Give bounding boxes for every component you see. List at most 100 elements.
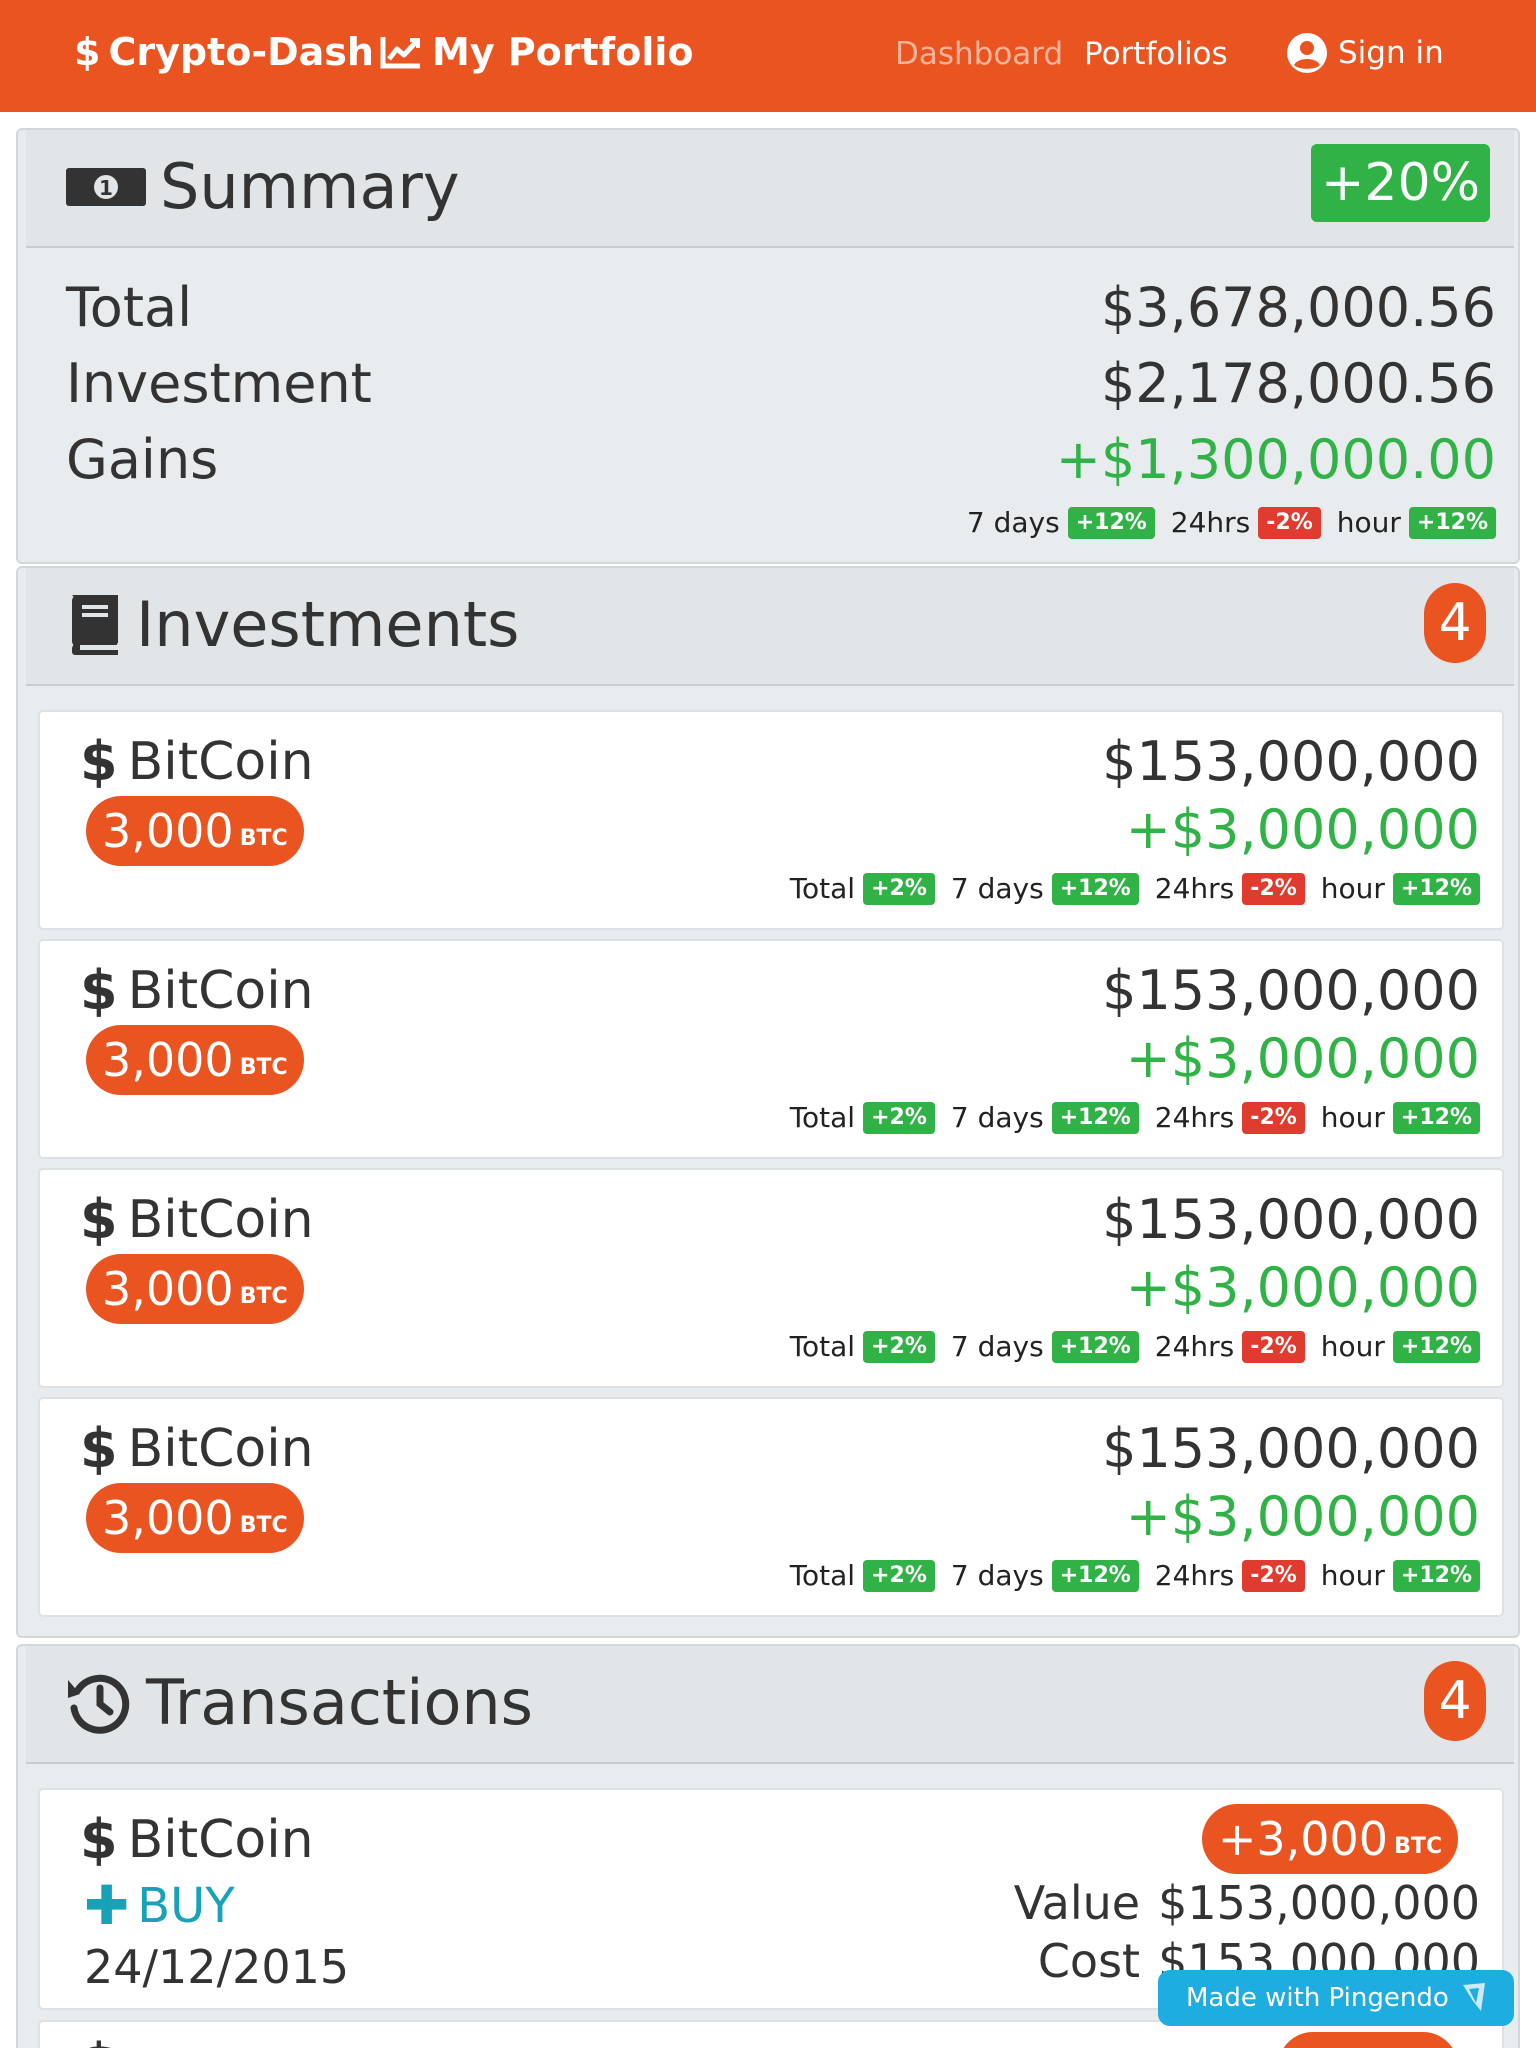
total-label: Total (66, 276, 193, 339)
pingendo-logo-icon (1462, 1983, 1485, 2011)
coin-unit: BTC (239, 1512, 288, 1538)
transactions-header: Transactions 4 (26, 1646, 1514, 1764)
change-7d-badge: +12% (1051, 1559, 1139, 1592)
change-hour-badge: +12% (1392, 1101, 1480, 1134)
coin-amount: 3,000 (102, 804, 234, 858)
history-icon (68, 1674, 130, 1734)
sign-in-label: Sign in (1338, 35, 1444, 71)
coin-name-text: BitCoin (127, 1189, 314, 1250)
transaction-amount-pill (1278, 2032, 1458, 2048)
coin-name: $ BitCoin (80, 1808, 314, 1871)
dollar-icon: $ (80, 1808, 118, 1871)
investment-item[interactable]: $ BitCoin 3,000 BTC $153,000,000 +$3,000… (38, 939, 1504, 1159)
change-hour-label: hour (1320, 1559, 1385, 1592)
coin-name-text: BitCoin (127, 1809, 314, 1870)
change-24h-label: 24hrs (1154, 872, 1235, 905)
total-change-label: Total (789, 1330, 856, 1363)
coin-name-text: BitCoin (127, 960, 314, 1021)
coin-unit: BTC (239, 825, 288, 851)
brand-link[interactable]: $ Crypto-Dash (74, 30, 374, 74)
investment-item[interactable]: $ BitCoin 3,000 BTC $153,000,000 +$3,000… (38, 1397, 1504, 1617)
sign-in-link[interactable]: Sign in (1286, 32, 1444, 74)
coin-amount-pill: 3,000 BTC (86, 796, 304, 866)
total-change-badge: +2% (863, 872, 935, 905)
coin-gain: +$3,000,000 (1125, 1485, 1480, 1548)
coin-unit: BTC (239, 1054, 288, 1080)
my-portfolio-label: My Portfolio (432, 30, 694, 74)
change-24h-badge: -2% (1242, 1101, 1305, 1134)
transaction-date: 24/12/2015 (84, 1940, 350, 1994)
coin-amount-pill: 3,000 BTC (86, 1254, 304, 1324)
total-change-label: Total (789, 1559, 856, 1592)
dollar-icon: $ (80, 1417, 118, 1480)
coin-gain: +$3,000,000 (1125, 798, 1480, 861)
coin-amount-pill: 3,000 BTC (86, 1483, 304, 1553)
brand-label: Crypto-Dash (108, 30, 374, 74)
change-24h-label: 24hrs (1154, 1101, 1235, 1134)
dollar-icon: $ (80, 2032, 118, 2048)
made-with-pingendo-badge[interactable]: Made with Pingendo (1158, 1970, 1514, 2026)
coin-name-text: BitCoin (127, 1418, 314, 1479)
nav-dashboard-link[interactable]: Dashboard (895, 36, 1063, 72)
plus-icon: ✚ (84, 1874, 130, 1937)
summary-changes: 7 days +12% 24hrs -2% hour +12% (967, 506, 1496, 539)
total-change-badge: +2% (863, 1330, 935, 1363)
investment-item[interactable]: $ BitCoin 3,000 BTC $153,000,000 +$3,000… (38, 710, 1504, 930)
change-hour-badge: +12% (1392, 1559, 1480, 1592)
change-7d-badge: +12% (1051, 1101, 1139, 1134)
change-hour-label: hour (1336, 506, 1401, 539)
svg-text:1: 1 (99, 176, 113, 200)
total-change-label: Total (789, 1101, 856, 1134)
summary-title: 1 Summary (66, 150, 460, 223)
change-7d-badge: +12% (1051, 1330, 1139, 1363)
coin-value: $153,000,000 (1102, 1188, 1480, 1251)
total-change-label: Total (789, 872, 856, 905)
coin-value: $153,000,000 (1102, 1417, 1480, 1480)
book-icon (72, 594, 118, 655)
transaction-value-line: Value $153,000,000 (1014, 1876, 1480, 1930)
change-hour-badge: +12% (1392, 1330, 1480, 1363)
transactions-title-text: Transactions (146, 1666, 533, 1739)
transaction-value-label: Value (1013, 1876, 1141, 1930)
total-value: $3,678,000.56 (1100, 276, 1496, 339)
investments-card: Investments 4 $ BitCoin 3,000 BTC $153,0… (16, 566, 1520, 1638)
coin-name-text: BitCoin (127, 731, 314, 792)
change-7d-label: 7 days (950, 872, 1044, 905)
total-change-badge: +2% (863, 1101, 935, 1134)
dollar-icon: $ (80, 730, 118, 793)
change-7d-label: 7 days (966, 506, 1060, 539)
change-24h-label: 24hrs (1170, 506, 1251, 539)
change-24h-label: 24hrs (1154, 1559, 1235, 1592)
chart-line-icon (380, 37, 420, 69)
change-7d-badge: +12% (1067, 506, 1155, 539)
coin-name: $ (80, 2032, 128, 2048)
change-24h-label: 24hrs (1154, 1330, 1235, 1363)
summary-change-badge: +20% (1310, 144, 1490, 222)
coin-amount: 3,000 (102, 1491, 234, 1545)
navbar: $ Crypto-Dash My Portfolio Dashboard Por… (0, 0, 1536, 112)
coin-changes: Total +2% 7 days +12% 24hrs -2% hour +12… (790, 1101, 1480, 1134)
total-change-badge: +2% (863, 1559, 935, 1592)
change-hour-badge: +12% (1392, 872, 1480, 905)
transactions-title: Transactions (66, 1666, 533, 1739)
money-bill-icon: 1 (66, 167, 146, 206)
coin-amount-pill: 3,000 BTC (86, 1025, 304, 1095)
transaction-type: ✚ BUY (84, 1874, 235, 1937)
change-7d-badge: +12% (1051, 872, 1139, 905)
coin-gain: +$3,000,000 (1125, 1256, 1480, 1319)
coin-value: $153,000,000 (1102, 730, 1480, 793)
transactions-count-badge: 4 (1424, 1661, 1486, 1741)
nav-portfolios-link[interactable]: Portfolios (1084, 36, 1228, 72)
change-hour-badge: +12% (1408, 506, 1496, 539)
summary-header: 1 Summary +20% (26, 130, 1514, 248)
transaction-value: $153,000,000 (1158, 1876, 1480, 1930)
change-24h-badge: -2% (1242, 1559, 1305, 1592)
summary-card: 1 Summary +20% Total $3,678,000.56 Inves… (16, 128, 1520, 564)
coin-changes: Total +2% 7 days +12% 24hrs -2% hour +12… (790, 1330, 1480, 1363)
investment-item[interactable]: $ BitCoin 3,000 BTC $153,000,000 +$3,000… (38, 1168, 1504, 1388)
my-portfolio-link[interactable]: My Portfolio (380, 30, 693, 74)
dollar-icon: $ (74, 30, 101, 74)
change-hour-label: hour (1320, 872, 1385, 905)
change-24h-badge: -2% (1242, 872, 1305, 905)
investment-label: Investment (66, 352, 372, 415)
